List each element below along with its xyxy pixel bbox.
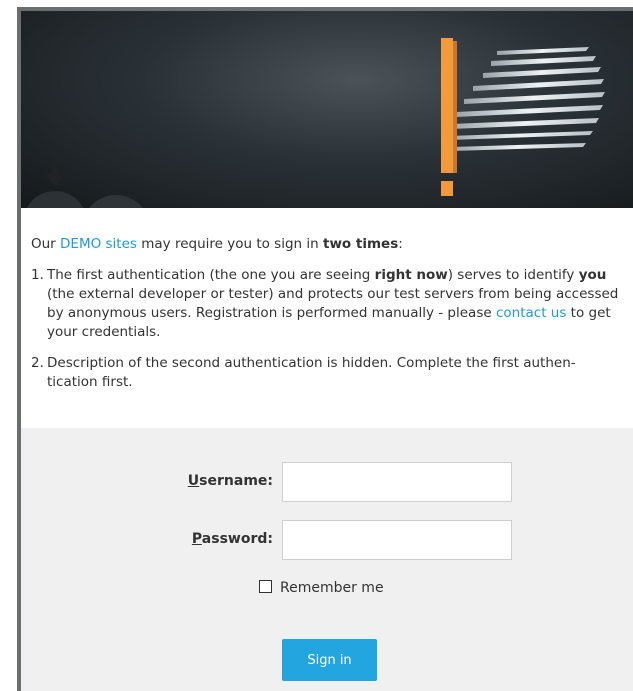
list-text: The first authentication (the one you ar… [47, 267, 375, 283]
password-access-key: P [191, 531, 202, 547]
sign-in-button[interactable]: Sign in [282, 639, 377, 681]
remember-me-checkbox[interactable] [259, 580, 272, 593]
list-text: Description of the second authentication… [47, 355, 576, 390]
intro-bold: two times [322, 236, 399, 252]
list-bold: you [578, 267, 607, 283]
login-panel: Our DEMO sites may require you to sign i… [17, 7, 633, 691]
password-label: Password: [192, 531, 273, 547]
contact-us-link[interactable]: contact us [496, 305, 566, 321]
intro-text: Our DEMO sites may require you to sign i… [21, 208, 633, 254]
intro-before: Our [31, 236, 61, 252]
username-label-rest: sername: [199, 473, 273, 489]
list-number: 1. [31, 267, 44, 283]
intro-middle: may require you to sign in [136, 236, 323, 252]
list-item: 1. The first authentication (the one you… [31, 266, 619, 342]
list-text: ) serves to identify [447, 267, 579, 283]
list-item: 2. Description of the second authenticat… [31, 354, 619, 392]
login-form: Username: Password: Remember me Sign in [21, 428, 633, 691]
list-bold: right now [374, 267, 448, 283]
list-number: 2. [31, 355, 44, 371]
password-field[interactable] [282, 520, 512, 560]
password-row: Password: [21, 520, 633, 560]
hero-illustration [26, 38, 605, 208]
username-row: Username: [21, 462, 633, 502]
password-label-rest: assword: [201, 531, 273, 547]
demo-sites-link[interactable]: DEMO sites [60, 236, 137, 252]
exclamation-mark-graphic [441, 38, 457, 196]
username-label: Username: [188, 473, 273, 489]
auth-description-list: 1. The first authentication (the one you… [21, 266, 633, 392]
hero-banner [21, 11, 633, 208]
remember-me-option[interactable]: Remember me [259, 580, 384, 596]
remember-me-label[interactable]: Remember me [280, 580, 384, 596]
username-access-key: U [187, 473, 200, 489]
intro-after: : [398, 236, 403, 252]
username-field[interactable] [282, 462, 512, 502]
